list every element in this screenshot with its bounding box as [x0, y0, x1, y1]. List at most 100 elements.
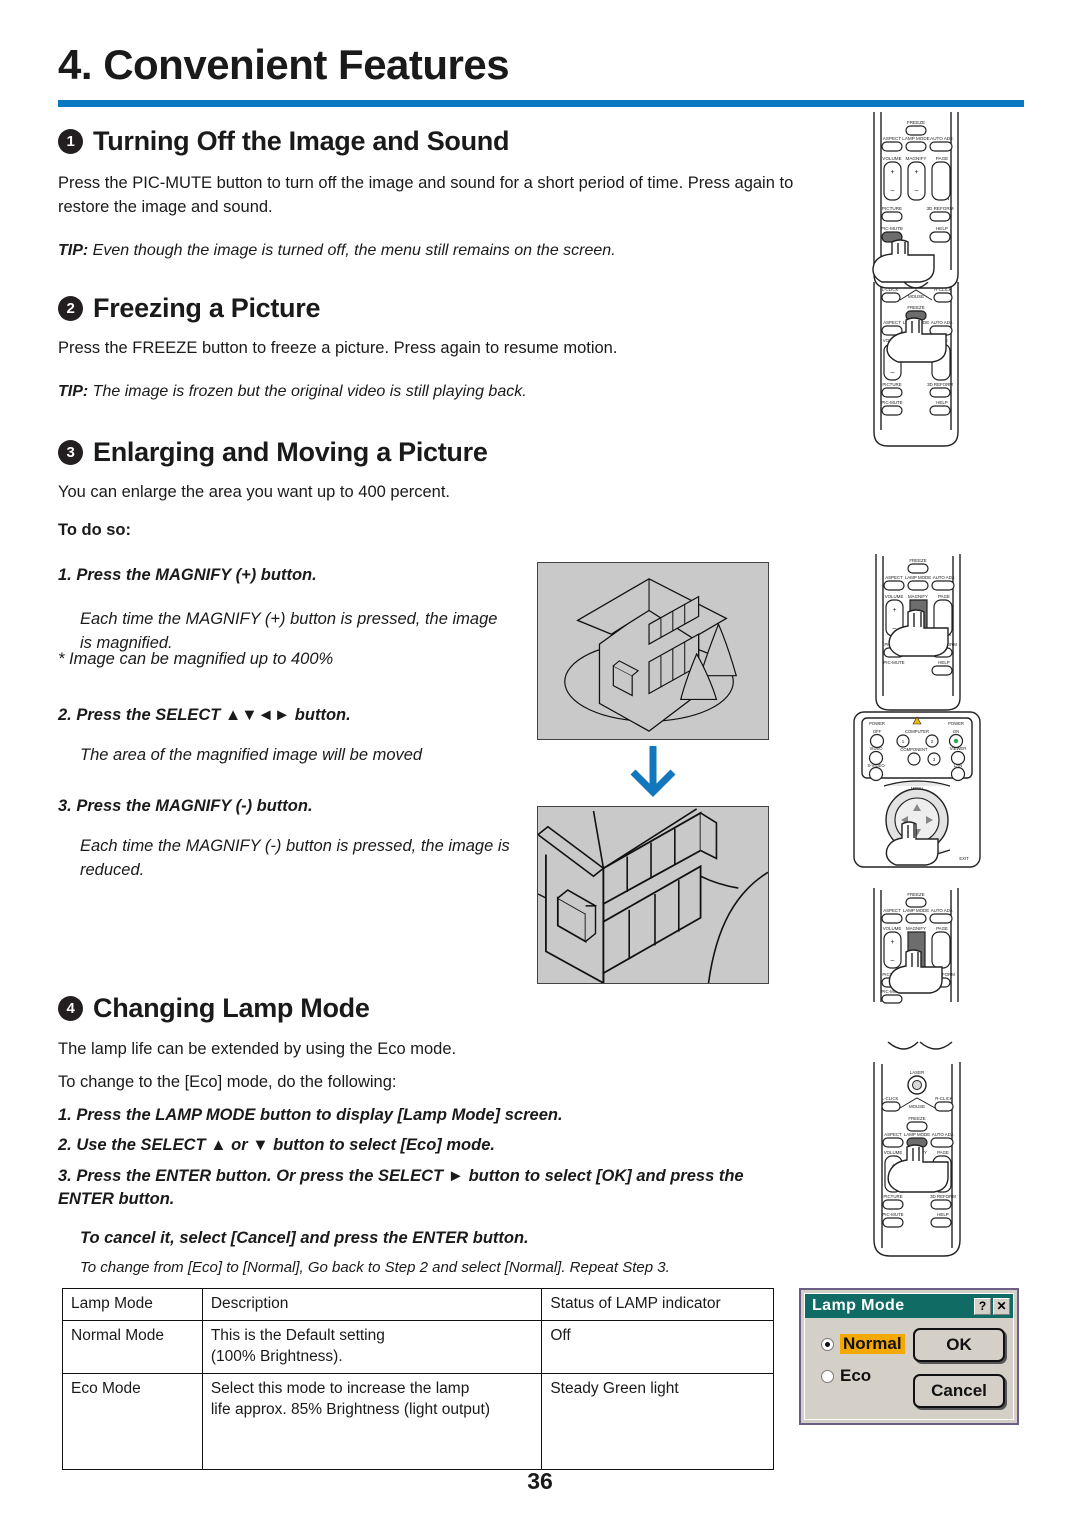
section-title-2: Freezing a Picture [93, 293, 321, 323]
svg-text:VOLUME: VOLUME [885, 594, 904, 599]
section-number-1: 1 [58, 129, 83, 154]
step-3-title: 3. Press the MAGNIFY (-) button. [58, 797, 313, 815]
svg-text:HELP: HELP [936, 400, 948, 405]
svg-text:AUTO ADJ.: AUTO ADJ. [931, 908, 954, 913]
svg-text:EXIT: EXIT [959, 856, 969, 861]
section-title-4: Changing Lamp Mode [93, 993, 370, 1023]
dialog-titlebar: Lamp Mode ? ✕ [805, 1294, 1013, 1318]
radio-icon-eco[interactable] [821, 1369, 834, 1383]
radio-icon-normal[interactable] [821, 1337, 834, 1351]
section-heading-3: 3 Enlarging and Moving a Picture [58, 437, 488, 468]
svg-text:PICTURE: PICTURE [882, 206, 902, 211]
section-heading-1: 1 Turning Off the Image and Sound [58, 126, 509, 157]
section-number-2: 2 [58, 296, 83, 321]
svg-text:–: – [891, 187, 895, 194]
section-title-3: Enlarging and Moving a Picture [93, 437, 488, 467]
svg-text:PIC-MUTE: PIC-MUTE [881, 400, 902, 405]
svg-text:ASPECT: ASPECT [884, 1132, 902, 1137]
svg-text:ON: ON [953, 729, 959, 734]
page-number: 36 [527, 1468, 553, 1494]
svg-text:MOUSE: MOUSE [908, 294, 924, 299]
cell-mode-normal: Normal Mode [62, 1320, 203, 1375]
svg-text:PAGE: PAGE [937, 1150, 949, 1155]
close-icon[interactable]: ✕ [993, 1297, 1010, 1315]
remote-illustration-freeze: L-CLICK MOUSE R-CLICK FREEZE ASPECT LAMP… [848, 282, 984, 454]
svg-text:PIC-MUTE: PIC-MUTE [881, 226, 903, 231]
section-2-tip: TIP: The image is frozen but the origina… [58, 381, 808, 403]
radio-option-eco[interactable]: Eco [821, 1366, 871, 1386]
svg-text:FREEZE: FREEZE [907, 305, 924, 310]
svg-text:PIC-MUTE: PIC-MUTE [883, 660, 904, 665]
cell-desc-normal-line1: This is the Default setting [210, 1327, 385, 1345]
table-header-mode: Lamp Mode [62, 1287, 203, 1322]
svg-text:ASPECT: ASPECT [883, 320, 901, 325]
lamp-step-2: 2. Use the SELECT ▲ or ▼ button to selec… [58, 1136, 495, 1154]
section-4-body-1: The lamp life can be extended by using t… [58, 1040, 457, 1058]
svg-text:L-CLICK: L-CLICK [882, 1096, 899, 1101]
remote-illustration-lamp-mode: LASER L-CLICK MOUSE R-CLICK FREEZE ASPEC… [848, 1028, 988, 1268]
svg-text:VOLUME: VOLUME [882, 156, 901, 161]
cell-desc-eco-line2: life approx. 85% Brightness (light outpu… [210, 1400, 490, 1418]
section-1-tip: TIP: Even though the image is turned off… [58, 240, 808, 262]
cell-mode-eco: Eco Mode [62, 1373, 203, 1471]
tip-text-2: The image is frozen but the original vid… [92, 383, 527, 400]
svg-text:HELP: HELP [937, 1212, 949, 1217]
svg-text:AUTO ADJ.: AUTO ADJ. [930, 136, 954, 141]
svg-text:COMPUTER: COMPUTER [905, 729, 929, 734]
svg-text:3D REFORM: 3D REFORM [927, 382, 953, 387]
svg-text:POWER: POWER [948, 721, 964, 726]
illustration-house-magnified [537, 806, 769, 984]
cell-desc-normal-line2: (100% Brightness). [210, 1347, 343, 1365]
svg-text:MAGNIFY: MAGNIFY [906, 926, 926, 931]
lamp-cancel-note: To cancel it, select [Cancel] and press … [80, 1229, 529, 1247]
svg-text:+: + [890, 939, 894, 946]
lamp-revert-note: To change from [Eco] to [Normal], Go bac… [80, 1259, 670, 1276]
step-2-title: 2. Press the SELECT ▲▼◄► button. [58, 706, 351, 724]
table-header-status: Status of LAMP indicator [541, 1287, 774, 1322]
radio-label-eco: Eco [840, 1366, 872, 1385]
section-title-1: Turning Off the Image and Sound [93, 126, 510, 156]
table-header-row: Lamp Mode Description Status of LAMP ind… [62, 1287, 774, 1322]
radio-option-normal[interactable]: Normal [821, 1334, 905, 1354]
section-number-4: 4 [58, 996, 83, 1021]
svg-text:PAGE: PAGE [938, 594, 950, 599]
tip-text-1: Even though the image is turned off, the… [92, 242, 616, 259]
help-icon[interactable]: ? [974, 1297, 991, 1315]
magnify-arrow-icon [625, 744, 681, 800]
svg-text:FREEZE: FREEZE [908, 1116, 925, 1121]
svg-text:R-CLICK: R-CLICK [935, 1096, 953, 1101]
svg-text:PAGE: PAGE [936, 156, 948, 161]
remote-illustration-pic-mute: FREEZE ASPECT LAMP MODE AUTO ADJ. VOLUME… [848, 112, 984, 292]
svg-text:R-CLICK: R-CLICK [934, 287, 952, 292]
svg-text:3D REFORM: 3D REFORM [926, 206, 953, 211]
svg-text:ASPECT: ASPECT [885, 575, 903, 580]
illustration-house-normal [537, 562, 769, 740]
svg-text:3D REFORM: 3D REFORM [930, 1194, 956, 1199]
svg-text:LAMP MODE: LAMP MODE [904, 1132, 930, 1137]
svg-text:PIC-MUTE: PIC-MUTE [882, 1212, 903, 1217]
section-1-body: Press the PIC-MUTE button to turn off th… [58, 174, 794, 216]
svg-text:ASPECT: ASPECT [883, 908, 901, 913]
cancel-button[interactable]: Cancel [913, 1374, 1005, 1408]
svg-text:FREEZE: FREEZE [909, 558, 926, 563]
remote-illustration-magnify-plus: FREEZE ASPECT LAMP MODE AUTO ADJ. VOLUME… [850, 548, 986, 713]
ok-button[interactable]: OK [913, 1328, 1005, 1362]
svg-text:+: + [914, 169, 918, 176]
svg-text:AUTO ADJ.: AUTO ADJ. [931, 320, 954, 325]
section-4-body-2: To change to the [Eco] mode, do the foll… [58, 1073, 397, 1091]
svg-text:LAMP MODE: LAMP MODE [903, 908, 929, 913]
svg-text:+: + [890, 169, 894, 176]
radio-label-normal: Normal [840, 1334, 905, 1354]
cell-status-eco: Steady Green light [541, 1373, 774, 1471]
svg-text:–: – [891, 369, 895, 376]
step-2-desc: The area of the magnified image will be … [80, 746, 423, 764]
svg-text:AUTO ADJ.: AUTO ADJ. [932, 1132, 955, 1137]
svg-text:FREEZE: FREEZE [907, 892, 924, 897]
svg-text:HELP: HELP [936, 226, 948, 231]
section-heading-2: 2 Freezing a Picture [58, 293, 320, 324]
lamp-mode-dialog: Lamp Mode ? ✕ Normal Eco OK Cancel [799, 1288, 1019, 1425]
section-heading-4: 4 Changing Lamp Mode [58, 993, 370, 1024]
svg-text:LASER: LASER [910, 1070, 924, 1075]
svg-text:MAGNIFY: MAGNIFY [906, 156, 927, 161]
section-3-body: You can enlarge the area you want up to … [58, 483, 451, 501]
